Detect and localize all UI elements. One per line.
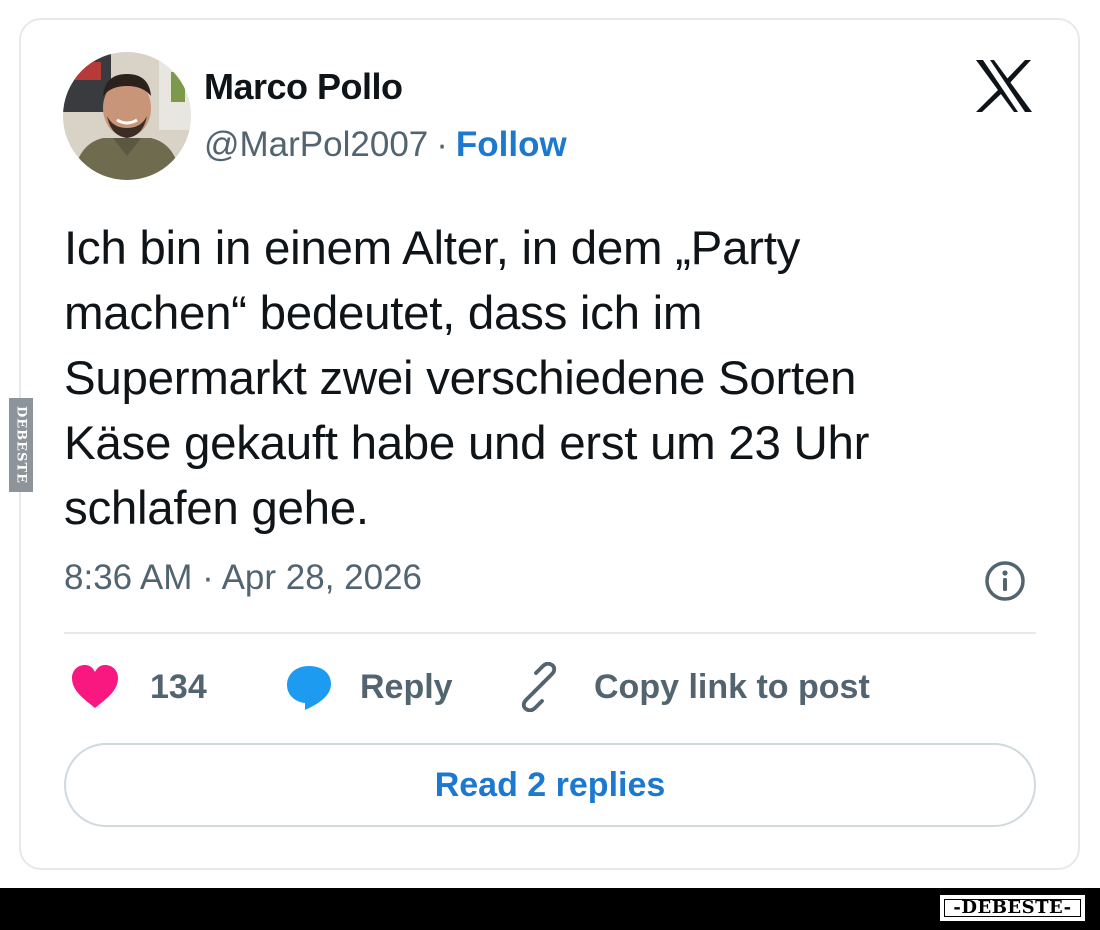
- reply-bubble-icon: [287, 666, 331, 710]
- info-icon[interactable]: [984, 560, 1026, 602]
- divider: [64, 632, 1036, 634]
- tweet-text: Ich bin in einem Alter, in dem „Party ma…: [64, 222, 870, 535]
- read-replies-button[interactable]: Read 2 replies: [64, 743, 1036, 827]
- x-logo-icon[interactable]: [974, 58, 1034, 114]
- side-watermark: DEBESTE: [9, 398, 33, 492]
- follow-button[interactable]: Follow: [456, 125, 567, 164]
- reply-button[interactable]: Reply: [284, 662, 453, 712]
- author-handle-line: @MarPol2007 · Follow: [204, 125, 567, 165]
- handle-separator: ·: [436, 125, 448, 164]
- avatar[interactable]: [63, 52, 191, 180]
- copy-link-button[interactable]: Copy link to post: [514, 662, 870, 712]
- author-name[interactable]: Marco Pollo: [204, 66, 403, 108]
- like-count: 134: [150, 667, 207, 706]
- link-icon: [521, 662, 557, 712]
- heart-icon: [72, 665, 118, 708]
- footer-watermark-logo: -DEBESTE-: [940, 895, 1085, 921]
- footer-bar: [0, 888, 1100, 930]
- author-handle[interactable]: @MarPol2007: [204, 125, 428, 164]
- copy-link-label: Copy link to post: [594, 667, 870, 706]
- reply-label: Reply: [360, 667, 453, 706]
- tweet-timestamp[interactable]: 8:36 AM · Apr 28, 2026: [64, 558, 422, 598]
- like-button[interactable]: 134: [70, 662, 207, 712]
